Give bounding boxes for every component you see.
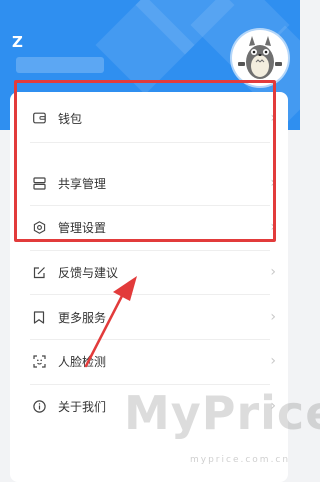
watermark-domain: myprice.com.cn [190, 455, 291, 465]
watermark: MyPrice [124, 386, 320, 440]
